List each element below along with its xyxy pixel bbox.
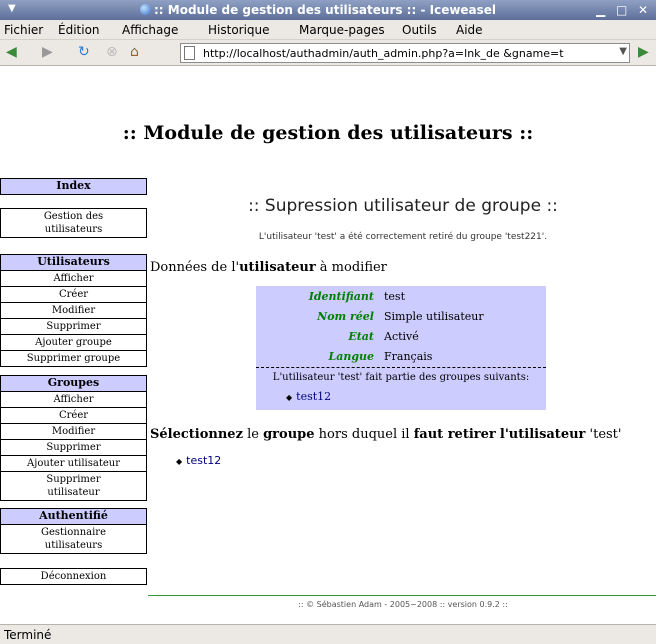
- chevron-down-icon[interactable]: ▼: [619, 46, 627, 57]
- groups-message: L'utilisateur 'test' fait partie des gro…: [272, 372, 530, 383]
- info-row-nom: Nom réel Simple utilisateur: [256, 310, 546, 330]
- window-titlebar: ▼ :: Module de gestion des utilisateurs …: [0, 0, 656, 20]
- forward-icon[interactable]: ▶: [42, 44, 53, 60]
- sidebar-heading-utilisateurs: Utilisateurs: [1, 255, 146, 270]
- group-list-item: ◆ test12: [286, 390, 331, 403]
- remove-group-heading: Sélectionnez le groupe hors duquel il fa…: [150, 427, 622, 442]
- sidebar-heading-authentifie: Authentifié: [1, 509, 146, 524]
- label-langue: Langue: [328, 350, 374, 363]
- sidebar-item-supprimer-groupe[interactable]: Supprimer groupe: [1, 350, 146, 366]
- sidebar-item-label: utilisateurs: [44, 224, 103, 235]
- sidebar-item-label: Supprimer: [46, 474, 101, 485]
- url-bar[interactable]: http://localhost/authadmin/auth_admin.ph…: [180, 43, 630, 63]
- window-title-text: :: Module de gestion des utilisateurs ::…: [154, 3, 497, 17]
- page-icon: [184, 46, 195, 60]
- menubar: Fichier Édition Affichage Historique Mar…: [0, 20, 656, 40]
- home-icon[interactable]: ⌂: [130, 44, 139, 60]
- status-text: Terminé: [4, 628, 52, 642]
- value-identifiant: test: [384, 290, 405, 303]
- sidebar-item-gestionnaire[interactable]: Gestionnaire utilisateurs: [1, 524, 146, 553]
- section-title: :: Supression utilisateur de groupe ::: [248, 196, 558, 216]
- go-icon[interactable]: ▶: [638, 44, 649, 60]
- stop-icon[interactable]: ⊗: [106, 44, 118, 60]
- sidebar-item-supprimer-groupe-g[interactable]: Supprimer: [1, 439, 146, 455]
- sidebar-item-ajouter-groupe[interactable]: Ajouter groupe: [1, 334, 146, 350]
- sidebar-item-supprimer-utilisateur[interactable]: Supprimer: [1, 318, 146, 334]
- sidebar-heading-groupes: Groupes: [1, 376, 146, 391]
- info-row-etat: Etat Activé: [256, 330, 546, 350]
- sidebar-item-label: Gestion des: [43, 211, 104, 222]
- value-nom: Simple utilisateur: [384, 310, 484, 323]
- close-icon[interactable]: ✕: [638, 3, 648, 17]
- menu-marque-pages[interactable]: Marque-pages: [299, 23, 385, 37]
- label-identifiant: Identifiant: [308, 290, 374, 303]
- value-langue: Français: [384, 350, 433, 363]
- maximize-icon[interactable]: □: [616, 3, 627, 17]
- sidebar-item-modifier-utilisateur[interactable]: Modifier: [1, 302, 146, 318]
- sidebar-item-creer-groupe[interactable]: Créer: [1, 407, 146, 423]
- user-data-heading: Données de l'utilisateur à modifier: [150, 260, 387, 275]
- url-text[interactable]: http://localhost/authadmin/auth_admin.ph…: [203, 47, 603, 60]
- sidebar-authentifie-block: Authentifié Gestionnaire utilisateurs: [0, 508, 147, 554]
- menu-outils[interactable]: Outils: [402, 23, 437, 37]
- value-etat: Activé: [384, 330, 419, 343]
- footer: :: © Sébastien Adam - 2005~2008 :: versi…: [298, 600, 508, 609]
- page-title: :: Module de gestion des utilisateurs ::: [122, 122, 534, 144]
- sidebar-item-afficher-utilisateur[interactable]: Afficher: [1, 270, 146, 286]
- navigation-toolbar: ◀ ▶ ↻ ⊗ ⌂ http://localhost/authadmin/aut…: [0, 40, 656, 66]
- menu-fichier[interactable]: Fichier: [4, 23, 43, 37]
- menu-affichage[interactable]: Affichage: [122, 23, 178, 37]
- logout-link[interactable]: Déconnexion: [1, 569, 146, 584]
- sidebar-item-label: Gestionnaire: [40, 527, 106, 538]
- group-link[interactable]: test12: [296, 390, 331, 403]
- divider: [256, 367, 546, 368]
- remove-group-list-item: ◆ test12: [176, 454, 221, 467]
- sidebar-item-modifier-groupe[interactable]: Modifier: [1, 423, 146, 439]
- browser-globe-icon: [140, 4, 151, 15]
- sidebar-item-afficher-groupe[interactable]: Afficher: [1, 391, 146, 407]
- label-etat: Etat: [348, 330, 374, 343]
- window-title: :: Module de gestion des utilisateurs ::…: [140, 3, 496, 17]
- sidebar-gestion-block: Gestion des utilisateurs: [0, 208, 147, 238]
- info-row-identifiant: Identifiant test: [256, 290, 546, 310]
- success-message: L'utilisateur 'test' a été correctement …: [258, 232, 548, 242]
- sidebar-index-block: Index: [0, 178, 147, 195]
- footer-divider: [148, 595, 656, 596]
- remove-group-link[interactable]: test12: [186, 454, 221, 467]
- bullet-icon: ◆: [286, 393, 293, 402]
- sidebar-item-label: utilisateurs: [44, 540, 103, 551]
- sidebar-item-gestion[interactable]: Gestion des utilisateurs: [1, 209, 146, 237]
- sidebar-logout-block: Déconnexion: [0, 568, 147, 585]
- sidebar-groupes-block: Groupes Afficher Créer Modifier Supprime…: [0, 375, 147, 501]
- reload-icon[interactable]: ↻: [78, 44, 90, 60]
- back-icon[interactable]: ◀: [6, 44, 17, 60]
- sidebar-item-creer-utilisateur[interactable]: Créer: [1, 286, 146, 302]
- sidebar-utilisateurs-block: Utilisateurs Afficher Créer Modifier Sup…: [0, 254, 147, 367]
- sidebar-item-ajouter-utilisateur[interactable]: Ajouter utilisateur: [1, 455, 146, 471]
- bullet-icon: ◆: [176, 457, 183, 466]
- menu-aide[interactable]: Aide: [456, 23, 483, 37]
- status-bar: Terminé: [0, 624, 656, 644]
- sidebar-item-supprimer-utilisateur-g[interactable]: Supprimer utilisateur: [1, 471, 146, 500]
- minimize-icon[interactable]: ▁: [596, 3, 605, 17]
- window-menu-icon[interactable]: ▼: [8, 3, 16, 14]
- user-info-table: Identifiant test Nom réel Simple utilisa…: [256, 286, 546, 410]
- sidebar-item-index[interactable]: Index: [1, 179, 146, 194]
- menu-historique[interactable]: Historique: [208, 23, 270, 37]
- sidebar-item-label: utilisateur: [47, 487, 100, 498]
- menu-edition[interactable]: Édition: [58, 23, 100, 37]
- label-nom: Nom réel: [317, 310, 374, 323]
